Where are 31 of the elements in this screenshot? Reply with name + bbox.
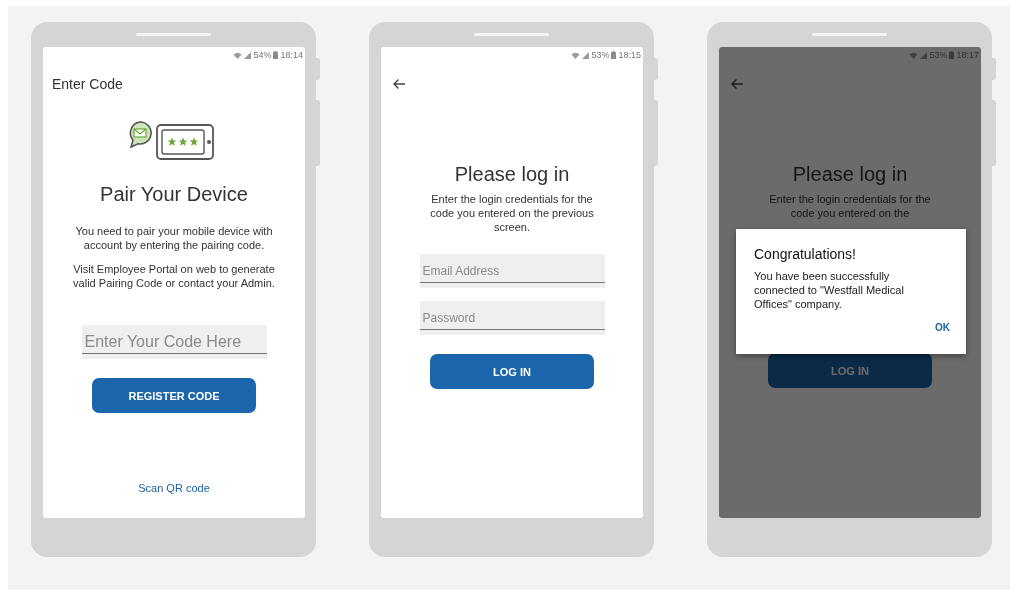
input-field[interactable]: Password <box>419 301 605 335</box>
input-field[interactable]: Enter Your Code Here <box>81 325 267 359</box>
wifi-icon <box>233 51 243 59</box>
battery-percent: 53% <box>591 50 610 60</box>
dialog-message: You have been successfully connected to "Westfall Medical Offices" company. <box>754 269 905 311</box>
battery-icon <box>273 51 279 59</box>
battery-icon <box>949 51 955 59</box>
link[interactable]: Scan QR code <box>138 482 210 494</box>
input-field[interactable]: Email Address <box>419 254 605 288</box>
battery-icon <box>611 51 617 59</box>
status-time: 18:15 <box>618 50 641 60</box>
ok-button[interactable]: OK <box>935 320 950 335</box>
dialog-title: Congratulations! <box>754 245 857 263</box>
status-time: 18:14 <box>280 50 303 60</box>
signal-icon <box>244 51 252 59</box>
instruction-text: Enter the login credentials for the code you entered on the <box>768 192 932 220</box>
primary-button[interactable]: LOG IN <box>430 354 594 389</box>
signal-icon <box>920 51 928 59</box>
instruction-text: You need to pair your mobile device with account by entering the pairing code. <box>74 224 274 252</box>
primary-button[interactable]: REGISTER CODE <box>92 378 256 413</box>
battery-percent: 54% <box>253 50 272 60</box>
signal-icon <box>582 51 590 59</box>
screen-heading: Please log in <box>792 162 908 186</box>
instruction-text: Enter the login credentials for the code you entered on the previous screen. <box>429 192 595 234</box>
screen-heading: Please log in <box>454 162 570 186</box>
screen-title: Enter Code <box>52 75 123 93</box>
instruction-text: Visit Employee Portal on web to generate valid Pairing Code or contact your Admin. <box>72 262 276 290</box>
wifi-icon <box>909 51 919 59</box>
wifi-icon <box>571 51 581 59</box>
back-arrow-icon[interactable] <box>392 78 406 90</box>
screen-heading: Pair Your Device <box>100 182 248 206</box>
